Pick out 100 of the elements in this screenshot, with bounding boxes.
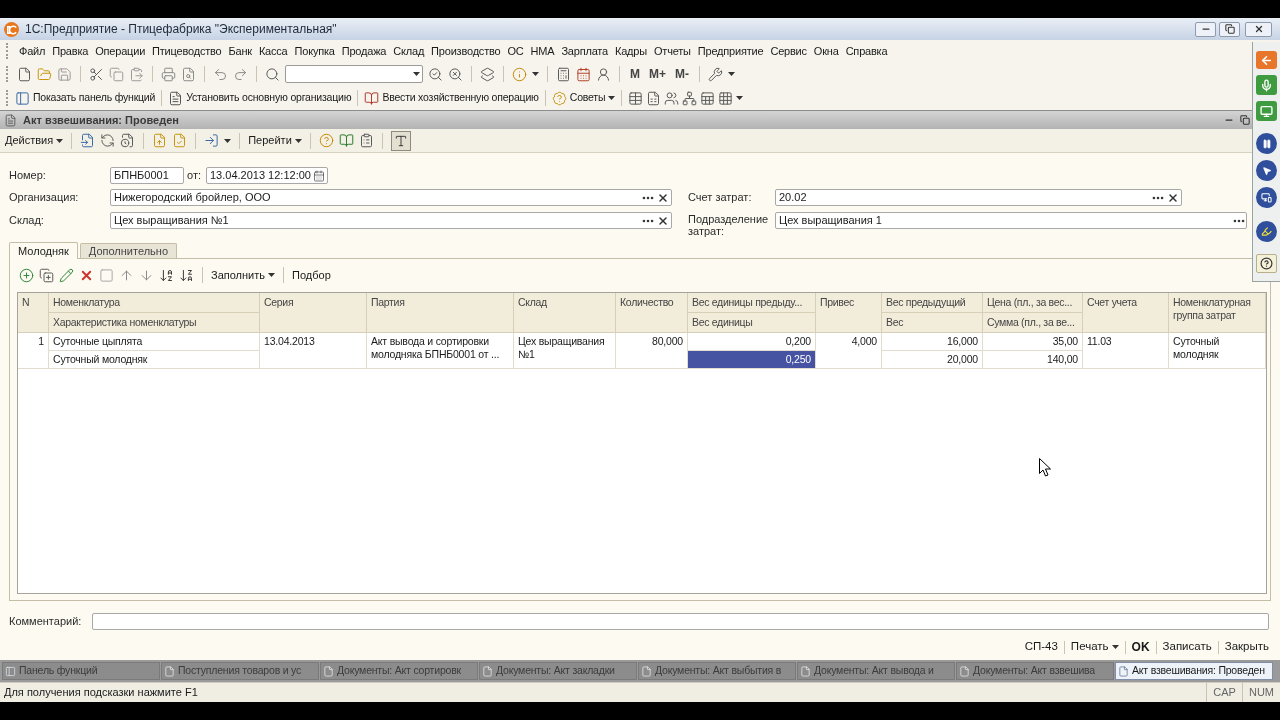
table-cell[interactable]: 13.04.2013 xyxy=(260,333,367,369)
table-cell[interactable]: 140,00 xyxy=(983,351,1083,369)
info-icon[interactable] xyxy=(512,66,527,82)
copy-add-icon[interactable] xyxy=(39,267,54,283)
column-header[interactable]: Вес единицы предыду... xyxy=(688,293,816,313)
caret-icon[interactable] xyxy=(728,72,735,76)
column-header[interactable]: Склад xyxy=(514,293,616,333)
stacked-pages-icon[interactable] xyxy=(480,66,495,82)
filter-toggle[interactable] xyxy=(390,130,411,151)
document-check-icon[interactable] xyxy=(172,133,188,148)
actions-menu[interactable]: Действия xyxy=(5,132,64,149)
goto-menu[interactable]: Перейти xyxy=(248,132,302,149)
sort-descending-icon[interactable] xyxy=(179,267,194,283)
table-cell[interactable]: 80,000 xyxy=(616,333,688,369)
footer-command[interactable]: Закрыть xyxy=(1224,638,1269,656)
document-arrow-icon[interactable] xyxy=(80,133,96,148)
ledger-icon[interactable] xyxy=(338,133,354,148)
menu-item[interactable]: Окна xyxy=(813,42,839,60)
network-icon[interactable] xyxy=(682,90,698,106)
print-menu[interactable]: Печать xyxy=(1070,638,1119,656)
menu-item[interactable]: Файл xyxy=(19,42,46,60)
column-header[interactable]: Привес xyxy=(816,293,882,333)
caret-icon[interactable] xyxy=(224,138,232,143)
calendar-icon[interactable] xyxy=(576,66,591,82)
table-cell[interactable]: 4,000 xyxy=(816,333,882,369)
column-header[interactable]: Номенклатурная группа затрат xyxy=(1169,293,1266,333)
spreadsheet-icon[interactable] xyxy=(646,90,662,106)
menu-item[interactable]: Кадры xyxy=(615,42,647,60)
table-cell[interactable]: 16,000 xyxy=(882,333,983,351)
sheet-icon[interactable] xyxy=(700,90,716,106)
clear-icon[interactable] xyxy=(657,191,669,204)
column-header[interactable]: N xyxy=(18,293,49,333)
close-button[interactable] xyxy=(1245,21,1272,37)
table-cell[interactable]: Суточный молодняк xyxy=(1169,333,1266,369)
undo-icon[interactable] xyxy=(213,66,228,82)
monitor-icon[interactable] xyxy=(1256,101,1277,121)
grid-icon[interactable] xyxy=(718,90,734,106)
table-cell[interactable]: Суточный молодняк xyxy=(49,351,260,369)
column-header[interactable]: Номенклатура xyxy=(49,293,260,313)
tab[interactable]: Дополнительно xyxy=(79,243,177,258)
comment-field[interactable] xyxy=(92,613,1269,630)
menu-item[interactable]: Производство xyxy=(431,42,501,60)
menu-item[interactable]: НМА xyxy=(530,42,555,60)
table-cell[interactable]: 1 xyxy=(18,333,49,369)
calculator-icon[interactable] xyxy=(556,66,571,82)
users-icon[interactable] xyxy=(664,90,680,106)
column-header[interactable]: Вес xyxy=(882,313,983,333)
organization-field[interactable]: Нижегородский бройлер, ООО xyxy=(110,189,672,206)
date-field[interactable]: 13.04.2013 12:12:00 xyxy=(206,167,328,184)
table-cell[interactable]: 35,00 xyxy=(983,333,1083,351)
cost-account-field[interactable]: 20.02 xyxy=(775,189,1182,206)
table-cell[interactable]: 20,000 xyxy=(882,351,983,369)
help-icon[interactable] xyxy=(1256,254,1277,273)
refresh-icon[interactable] xyxy=(100,133,116,148)
tab[interactable]: Молодняк xyxy=(9,242,78,259)
column-header[interactable]: Счет учета xyxy=(1083,293,1169,333)
column-header[interactable]: Количество xyxy=(616,293,688,333)
window-tab[interactable]: Акт взвешивания: Проведен xyxy=(1115,662,1273,680)
column-header[interactable]: Вес единицы xyxy=(688,313,816,333)
toolbar-command[interactable]: Установить основную организацию xyxy=(186,90,352,106)
clear-icon[interactable] xyxy=(657,214,669,227)
panel-icon[interactable] xyxy=(15,90,30,106)
menu-item[interactable]: Банк xyxy=(228,42,252,60)
user-icon[interactable] xyxy=(596,66,611,82)
column-header[interactable]: Сумма (пл., за ве... xyxy=(983,313,1083,333)
scissors-icon[interactable] xyxy=(89,66,104,82)
enter-arrow-icon[interactable] xyxy=(204,133,220,148)
menu-item[interactable]: Птицеводство xyxy=(152,42,222,60)
calendar-icon[interactable] xyxy=(313,169,325,182)
search-cross-icon[interactable] xyxy=(448,66,463,82)
menu-item[interactable]: Продажа xyxy=(341,42,387,60)
toolbar-command[interactable]: Показать панель функций xyxy=(33,90,156,106)
caret-icon[interactable] xyxy=(736,96,744,100)
arrow-down-icon[interactable] xyxy=(139,267,154,283)
add-icon[interactable] xyxy=(19,267,34,283)
cost-division-field[interactable]: Цех выращивания 1 xyxy=(775,212,1247,229)
document-icon[interactable] xyxy=(168,90,184,106)
menu-item[interactable]: ОС xyxy=(507,42,524,60)
clear-icon[interactable] xyxy=(1167,191,1179,204)
column-header[interactable]: Вес предыдущий xyxy=(882,293,983,313)
ledger-icon[interactable] xyxy=(364,90,380,106)
pencil-icon[interactable] xyxy=(59,267,74,283)
column-header[interactable]: Цена (пл., за вес... xyxy=(983,293,1083,313)
caret-icon[interactable] xyxy=(532,72,539,76)
table-cell[interactable]: Акт вывода и сортировки молодняка БПНБ0001 от ... xyxy=(367,333,514,369)
column-header[interactable]: Партия xyxy=(367,293,514,333)
memory-command[interactable]: M+ xyxy=(647,65,668,83)
screen-icon[interactable] xyxy=(1256,187,1277,208)
highlighter-icon[interactable] xyxy=(1256,221,1277,242)
microphone-icon[interactable] xyxy=(1256,75,1277,95)
restore-button[interactable] xyxy=(1219,21,1240,37)
menu-item[interactable]: Отчеты xyxy=(653,42,691,60)
search-check-icon[interactable] xyxy=(428,66,443,82)
menu-item[interactable]: Сервис xyxy=(770,42,807,60)
toolbar-command[interactable]: Ввести хозяйственную операцию xyxy=(382,90,539,106)
memory-command[interactable]: M xyxy=(628,65,642,83)
table-cell[interactable]: Цех выращивания №1 xyxy=(514,333,616,369)
caret-icon[interactable] xyxy=(608,96,616,100)
fill-menu[interactable]: Заполнить xyxy=(211,266,275,284)
menu-item[interactable]: Касса xyxy=(258,42,288,60)
